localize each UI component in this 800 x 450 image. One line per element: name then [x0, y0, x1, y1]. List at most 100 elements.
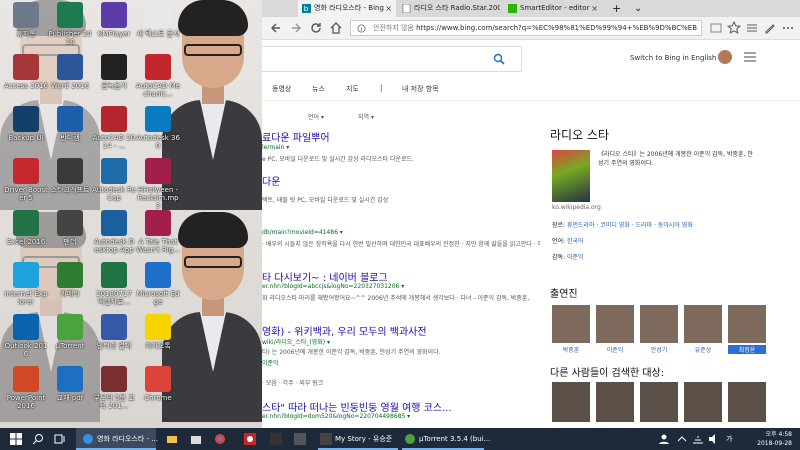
hub-icon[interactable]: [744, 20, 760, 36]
refresh-icon[interactable]: [308, 20, 324, 36]
desktop-icon[interactable]: AutoCAD 2014 - ...: [92, 106, 136, 150]
desktop-icon[interactable]: Internet Explorer: [4, 262, 48, 306]
desktop-icon[interactable]: Chrome: [136, 366, 180, 402]
cast-member[interactable]: 최정윤: [728, 305, 766, 354]
fact-value[interactable]: 이준익: [567, 254, 584, 261]
info-icon[interactable]: [357, 24, 366, 33]
url-text[interactable]: https://www.bing.com/search?q=%EC%98%81%…: [416, 24, 697, 32]
desktop-icon[interactable]: 교재 pdf: [48, 366, 92, 402]
chevron-up-icon[interactable]: [676, 433, 688, 445]
desktop-icon[interactable]: Backup UI: [4, 106, 48, 142]
desktop-icon[interactable]: 곰녹음기: [92, 54, 136, 90]
music-icon[interactable]: [320, 433, 332, 445]
cast-name[interactable]: 박중훈: [552, 345, 590, 354]
store-icon[interactable]: [190, 433, 202, 445]
desktop-icon[interactable]: KMPlayer: [92, 2, 136, 38]
new-tab-button[interactable]: +: [612, 0, 628, 17]
utorrent-icon[interactable]: [404, 433, 416, 445]
language-filter[interactable]: 언어 ▾: [308, 112, 324, 121]
desktop-icon[interactable]: 인터넷 결제: [92, 314, 136, 350]
tab-list-chevron-icon[interactable]: ⌄: [634, 0, 650, 17]
search-input[interactable]: [262, 46, 522, 72]
desktop-icon[interactable]: AutoCAD Mechanic...: [136, 54, 180, 98]
nav-maps[interactable]: 지도: [346, 84, 359, 94]
reading-view-icon[interactable]: [708, 20, 724, 36]
desktop-icon[interactable]: PowerPoint 2016: [4, 366, 48, 410]
desktop-icon[interactable]: 카메라: [48, 262, 92, 298]
cast-name[interactable]: 이준익: [596, 345, 634, 354]
desktop-icon[interactable]: Autodesk 360: [136, 106, 180, 150]
related-movie[interactable]: [596, 382, 634, 422]
movie-poster[interactable]: [552, 150, 590, 202]
system-clock[interactable]: 오후 4:58 2018-09-28: [757, 430, 792, 448]
close-tab-icon[interactable]: ×: [591, 0, 598, 17]
desktop-icon[interactable]: Publisher 2016: [48, 2, 92, 46]
desktop-icon[interactable]: 팬더: [48, 210, 92, 246]
address-bar[interactable]: 안전하지 않음 https://www.bing.com/search?q=%E…: [350, 20, 702, 36]
notes-icon[interactable]: [762, 20, 778, 36]
result-title[interactable]: 다운: [262, 173, 280, 188]
cast-member[interactable]: 안성기: [640, 305, 678, 354]
panel-source-link[interactable]: ko.wikipedia.org: [552, 204, 601, 211]
desktop-icon[interactable]: Driver Booster 5: [4, 158, 48, 202]
desktop-icon[interactable]: 20180717 엑셀자료...: [92, 262, 136, 306]
nav-videos[interactable]: 동영상: [272, 84, 291, 94]
tab-bing-search[interactable]: b 영화 라디오스타 - Bing ×: [298, 0, 396, 17]
result-url[interactable]: le/main ▾: [262, 144, 289, 151]
home-icon[interactable]: [328, 20, 344, 36]
desktop-icon[interactable]: Autodesk Desktop App: [92, 210, 136, 254]
cast-name[interactable]: 안성기: [640, 345, 678, 354]
related-movie[interactable]: [684, 382, 722, 422]
search-icon[interactable]: [32, 433, 44, 445]
desktop-icon[interactable]: HHolween - Reclaim.mp3: [136, 158, 180, 210]
favorite-star-icon[interactable]: [726, 20, 742, 36]
volume-icon[interactable]: [708, 433, 720, 445]
file-explorer-icon[interactable]: [166, 433, 178, 445]
avatar[interactable]: [718, 50, 732, 64]
result-url[interactable]: db/main?movieId=41486 ▾: [262, 229, 343, 236]
desktop-icon[interactable]: Word 2016: [48, 54, 92, 90]
tab-radio-star[interactable]: 라디오 스타 Radio.Star.200: [398, 0, 500, 17]
chrome-icon[interactable]: [214, 433, 226, 445]
forward-icon[interactable]: [288, 20, 304, 36]
fact-value[interactable]: 한국어: [567, 238, 584, 245]
app-icon[interactable]: [294, 433, 306, 445]
taskbar-item-edge[interactable]: 영화 라디오스타 - ...: [97, 428, 158, 450]
back-icon[interactable]: [268, 20, 284, 36]
desktop-icon[interactable]: Microsoft Edge: [136, 262, 180, 306]
more-icon[interactable]: [780, 20, 796, 36]
ime-indicator[interactable]: 가: [726, 428, 732, 450]
close-tab-icon[interactable]: ×: [385, 0, 392, 17]
desktop-icon[interactable]: 새 텍스트 문서: [136, 2, 180, 38]
related-movie[interactable]: [728, 382, 766, 422]
result-title[interactable]: 영화) - 위키백과, 우리 모두의 백과사전: [262, 323, 427, 338]
taskbar-item-utorrent[interactable]: µTorrent 3.5.4 (bui...: [419, 428, 490, 450]
switch-language-link[interactable]: Switch to Bing in English: [630, 54, 716, 62]
region-filter[interactable]: 지역 ▾: [358, 112, 374, 121]
result-title[interactable]: 타 다시보기~ : 네이버 블로그: [262, 269, 388, 284]
result-url[interactable]: 이준익: [262, 358, 279, 367]
task-view-icon[interactable]: [54, 433, 66, 445]
search-icon[interactable]: [493, 53, 505, 65]
result-title[interactable]: 료다운 파일뿌어: [262, 129, 330, 144]
cast-member[interactable]: 유준상: [684, 305, 722, 354]
desktop-icon[interactable]: 휴지통: [4, 2, 48, 38]
cast-member[interactable]: 박중훈: [552, 305, 590, 354]
result-url[interactable]: wiki/라디오_스타_(영화) ▾: [262, 337, 330, 346]
desktop-icon[interactable]: 반디캠: [48, 106, 92, 142]
nav-news[interactable]: 뉴스: [312, 84, 325, 94]
result-url[interactable]: er.nhn?blogId=dom520&logNo=220704498685 …: [262, 413, 410, 420]
related-movie[interactable]: [640, 382, 678, 422]
tab-smarteditor[interactable]: SmartEditor - editor ×: [504, 0, 602, 17]
taskbar-item-music[interactable]: My Story - 유승준: [335, 428, 392, 450]
cast-member[interactable]: 이준익: [596, 305, 634, 354]
media-player-icon[interactable]: [270, 433, 282, 445]
desktop-icon[interactable]: µTorrent: [48, 314, 92, 350]
desktop-icon[interactable]: A Tale That Wasn't Rig...: [136, 210, 180, 254]
desktop-icon[interactable]: 스타크래프트: [48, 158, 92, 194]
record-icon[interactable]: [244, 433, 256, 445]
hamburger-menu-icon[interactable]: [744, 52, 756, 62]
edge-icon[interactable]: [82, 433, 94, 445]
desktop-icon[interactable]: Access 2016: [4, 54, 48, 90]
windows-start-icon[interactable]: [10, 433, 22, 445]
